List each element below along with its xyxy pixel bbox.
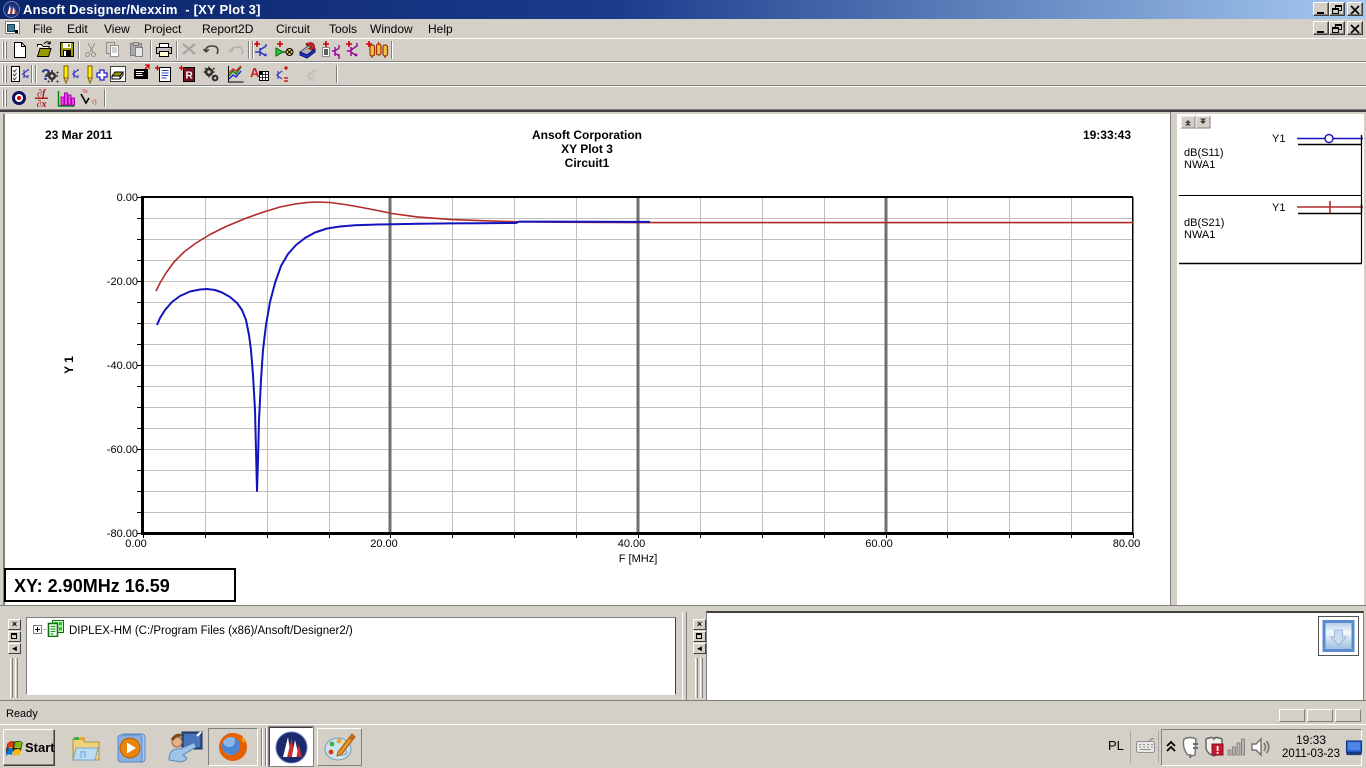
svg-text:A: A [250, 65, 260, 80]
svg-text:-20.00: -20.00 [107, 276, 138, 288]
svg-text:Y1: Y1 [1272, 202, 1285, 214]
svg-text:NWA1: NWA1 [1184, 159, 1215, 171]
svg-text:dB(S21): dB(S21) [1184, 217, 1224, 229]
svg-text:23 Mar 2011: 23 Mar 2011 [45, 128, 113, 142]
svg-text:0.00: 0.00 [125, 538, 146, 550]
svg-text:80.00: 80.00 [1113, 538, 1141, 550]
svg-text:Y 1: Y 1 [62, 356, 76, 374]
svg-text:Ansoft Corporation: Ansoft Corporation [532, 128, 642, 142]
svg-text:60.00: 60.00 [865, 538, 893, 550]
svg-text:Y1: Y1 [1272, 133, 1285, 145]
svg-text:NWA1: NWA1 [1184, 229, 1215, 241]
svg-text:R: R [186, 71, 194, 82]
svg-text:19:33:43: 19:33:43 [1083, 128, 1131, 142]
svg-text:-60.00: -60.00 [107, 444, 138, 456]
svg-text:0.00: 0.00 [117, 192, 138, 204]
svg-text:dB(S11): dB(S11) [1184, 147, 1224, 159]
svg-text:-40.00: -40.00 [107, 360, 138, 372]
svg-text:Circuit1: Circuit1 [565, 156, 610, 170]
svg-text:∂x: ∂x [37, 99, 47, 110]
svg-text:XY Plot 3: XY Plot 3 [561, 142, 613, 156]
svg-text:40.00: 40.00 [618, 538, 646, 550]
svg-text:F [MHz]: F [MHz] [619, 553, 658, 565]
svg-text:20.00: 20.00 [370, 538, 398, 550]
